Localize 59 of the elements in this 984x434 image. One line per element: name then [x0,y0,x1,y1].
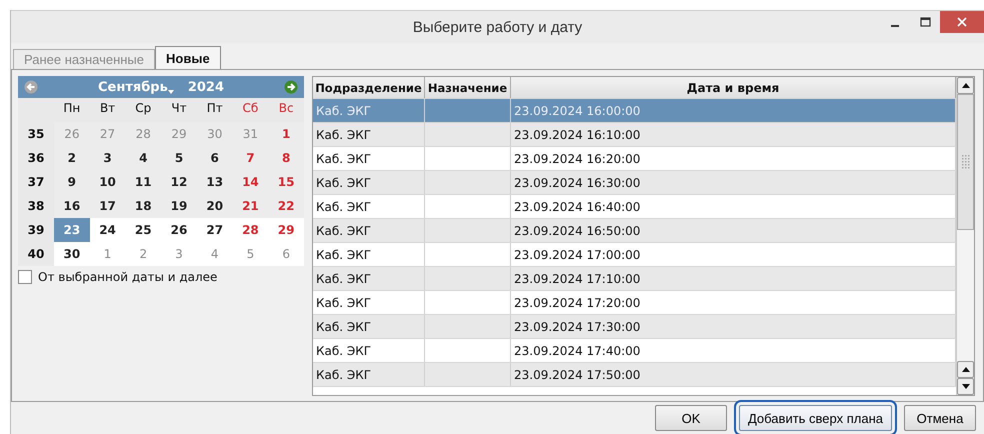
table-row[interactable]: Каб. ЭКГ 23.09.2024 16:10:00 [313,123,956,147]
table-cell: Каб. ЭКГ [313,147,425,170]
weekday-label: Пт [206,100,224,117]
next-month-button[interactable] [284,80,298,94]
table-row[interactable]: Каб. ЭКГ 23.09.2024 17:10:00 [313,267,956,291]
table-cell: Каб. ЭКГ [313,363,425,386]
scrollbar[interactable] [956,77,974,395]
column-header[interactable]: Назначение [425,77,511,98]
checkbox[interactable]: От выбранной даты и далее [18,270,304,284]
calendar-day[interactable]: 24 [90,218,126,242]
table-cell: Каб. ЭКГ [313,267,425,290]
table-row[interactable]: Каб. ЭКГ 23.09.2024 17:00:00 [313,243,956,267]
up-arrow-icon [962,83,970,88]
table-row[interactable]: Каб. ЭКГ 23.09.2024 16:40:00 [313,195,956,219]
close-button[interactable] [940,11,984,33]
table-cell: Каб. ЭКГ [313,195,425,218]
table-cell: Каб. ЭКГ [313,339,425,362]
table-row[interactable]: Каб. ЭКГ 23.09.2024 17:20:00 [313,291,956,315]
table-row[interactable]: Каб. ЭКГ 23.09.2024 16:30:00 [313,171,956,195]
table-cell: Каб. ЭКГ [313,123,425,146]
dialog-button[interactable]: OK [654,405,727,431]
weekday-label: Пн [62,100,82,117]
table-cell: Каб. ЭКГ [313,99,425,122]
minimize-icon [891,25,899,27]
table-row[interactable]: Каб. ЭКГ 23.09.2024 17:40:00 [313,339,956,363]
checkbox-box[interactable] [18,270,32,284]
table-cell: Каб. ЭКГ [313,219,425,242]
table-cell: Каб. ЭКГ [313,243,425,266]
calendar-day[interactable]: 27 [196,218,233,242]
table-row[interactable]: Каб. ЭКГ 23.09.2024 16:50:00 [313,219,956,243]
weekday-label: Вс [278,100,295,117]
calendar-day[interactable]: 25 [125,218,162,242]
calendar-day[interactable]: 30 [54,242,90,266]
grip-icon [960,155,970,169]
calendar-day[interactable]: 29 [268,218,304,242]
weekday-label: Сб [242,100,260,117]
weekday-label: Чт [170,100,188,117]
down-arrow-icon [962,384,970,389]
table-cell: Каб. ЭКГ [313,315,425,338]
previous-month-button[interactable] [24,80,38,94]
table-row[interactable]: Каб. ЭКГ 23.09.2024 17:50:00 [313,363,956,387]
table-cell: Каб. ЭКГ [313,171,425,194]
window-title: Выберите работу и дату [412,18,582,36]
dialog-button[interactable]: Отмена [904,405,976,431]
close-icon [957,17,967,27]
checkbox-label: От выбранной даты и далее [38,270,218,284]
caret-icon [168,90,174,94]
tab[interactable]: Новые [155,46,221,69]
calendar-day[interactable]: 26 [161,218,197,242]
up-arrow-icon [962,367,970,372]
weekday-label: Ср [134,100,152,117]
table-row[interactable]: Каб. ЭКГ 23.09.2024 17:30:00 [313,315,956,339]
maximize-icon [920,17,930,27]
column-header[interactable]: Подразделение [313,77,425,98]
table-row[interactable]: Каб. ЭКГ 23.09.2024 16:20:00 [313,147,956,171]
weekday-label: Вт [98,100,116,117]
calendar-day[interactable]: 28 [232,218,268,242]
table-cell: Каб. ЭКГ [313,291,425,314]
column-header[interactable]: Дата и время [511,77,956,98]
